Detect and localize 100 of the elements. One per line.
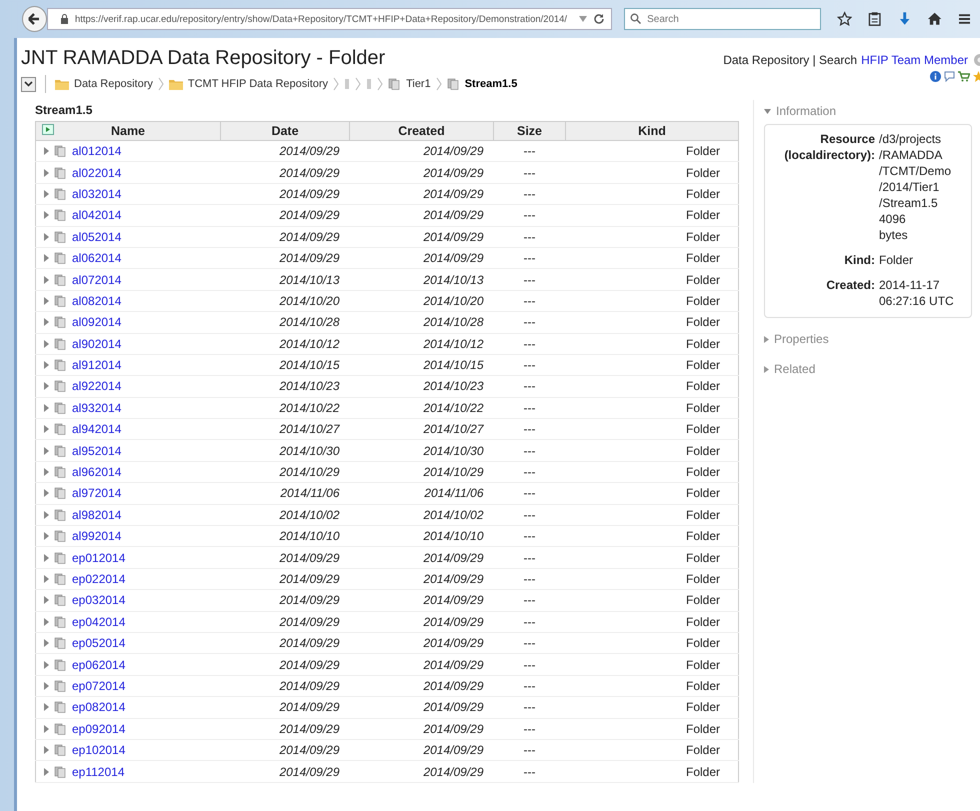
entry-link[interactable]: al992014 (72, 529, 122, 544)
column-header[interactable]: Size (494, 122, 566, 140)
entry-link[interactable]: al012014 (72, 144, 122, 158)
entry-link[interactable]: al912014 (72, 358, 122, 372)
entry-link[interactable]: al922014 (72, 379, 122, 394)
section-toggle[interactable]: Properties (764, 328, 972, 350)
menu-icon[interactable] (958, 13, 970, 25)
address-bar[interactable]: https://verif.rap.ucar.edu/repository/entry/show/Data+Repository/TCMT+HFIP+Data+Repository/Demonstration/2014/ (46, 8, 612, 30)
size-cell: --- (524, 658, 536, 672)
entry-link[interactable]: al932014 (72, 400, 122, 415)
breadcrumb-link[interactable]: Stream1.5 (464, 78, 518, 90)
entry-link[interactable]: al082014 (72, 294, 122, 308)
select-icon[interactable] (42, 124, 54, 135)
entry-link[interactable]: al022014 (72, 166, 122, 180)
entry-link[interactable]: al952014 (72, 444, 122, 458)
column-header[interactable]: Name (36, 122, 220, 140)
date-cell: 2014/10/23 (279, 379, 340, 394)
expand-icon[interactable] (44, 660, 49, 669)
entry-link[interactable]: al052014 (72, 230, 122, 244)
entry-link[interactable]: al902014 (72, 336, 122, 351)
expand-icon[interactable] (44, 703, 49, 712)
section-toggle[interactable]: Information (764, 100, 972, 122)
home-icon[interactable] (927, 11, 943, 27)
search-field[interactable]: Search (624, 8, 822, 30)
date-cell: 2014/09/29 (279, 700, 340, 714)
expand-icon[interactable] (44, 618, 49, 626)
expand-icon[interactable] (44, 468, 49, 476)
size-cell: --- (524, 315, 536, 330)
entry-link[interactable]: ep022014 (72, 572, 126, 586)
entry-link[interactable]: al072014 (72, 272, 122, 287)
expand-icon[interactable] (44, 147, 49, 156)
expand-icon[interactable] (44, 361, 49, 370)
column-header[interactable]: Date (220, 122, 350, 140)
expand-icon[interactable] (44, 575, 49, 583)
expand-icon[interactable] (44, 404, 49, 412)
url-text: https://verif.rap.ucar.edu/repository/entry/show/Data+Repository/TCMT+HFIP+Data+Repository/Demonstration/2014/ (74, 14, 568, 24)
cart-icon[interactable] (958, 71, 970, 82)
expand-icon[interactable] (44, 168, 49, 177)
entry-link[interactable]: ep072014 (72, 678, 126, 693)
entry-link[interactable]: al062014 (72, 251, 122, 266)
entry-link[interactable]: al092014 (72, 315, 122, 330)
menu-toggle-button[interactable] (21, 76, 36, 92)
entry-link[interactable]: ep052014 (72, 636, 126, 650)
entry-link[interactable]: ep042014 (72, 614, 126, 629)
star-icon[interactable] (973, 71, 980, 82)
expand-icon[interactable] (44, 190, 49, 198)
column-header[interactable]: Kind (566, 122, 738, 140)
entry-link[interactable]: ep012014 (72, 550, 126, 565)
expand-icon[interactable] (44, 446, 49, 455)
expand-icon[interactable] (44, 296, 49, 305)
expand-icon[interactable] (44, 276, 49, 284)
expand-icon[interactable] (44, 318, 49, 326)
entry-link[interactable]: al942014 (72, 422, 122, 436)
download-icon[interactable] (898, 11, 912, 27)
expand-icon[interactable] (44, 211, 49, 220)
breadcrumb-link[interactable]: Tier1 (406, 78, 431, 90)
comment-icon[interactable] (944, 71, 955, 82)
files-icon (54, 552, 67, 564)
size-cell: --- (524, 508, 536, 522)
entry-link[interactable]: al972014 (72, 486, 122, 500)
info-icon[interactable] (930, 71, 941, 82)
expand-icon[interactable] (44, 596, 49, 604)
entry-link[interactable]: al962014 (72, 465, 122, 480)
expand-icon[interactable] (44, 746, 49, 754)
expand-icon[interactable] (44, 382, 49, 390)
expand-icon[interactable] (44, 554, 49, 562)
expand-icon[interactable] (44, 510, 49, 519)
back-button[interactable] (22, 6, 47, 32)
expand-icon[interactable] (44, 489, 49, 498)
entry-link[interactable]: ep102014 (72, 743, 126, 758)
expand-icon[interactable] (44, 724, 49, 733)
entry-link[interactable]: ep112014 (72, 764, 124, 779)
breadcrumb-link[interactable]: Data Repository (74, 78, 153, 90)
breadcrumb-link[interactable]: TCMT HFIP Data Repository (188, 78, 328, 90)
size-cell: --- (524, 572, 536, 586)
entry-link[interactable]: al032014 (72, 186, 122, 201)
entry-link[interactable]: al982014 (72, 508, 122, 522)
entry-link[interactable]: ep032014 (72, 593, 126, 608)
size-cell: --- (524, 550, 536, 565)
column-header[interactable]: Created (350, 122, 494, 140)
entry-link[interactable]: ep062014 (72, 658, 126, 672)
expand-icon[interactable] (44, 639, 49, 648)
expand-icon[interactable] (44, 232, 49, 241)
clipboard-icon[interactable] (868, 11, 882, 27)
header-links[interactable]: Data Repository | Search (723, 53, 858, 67)
date-cell: 2014/09/29 (279, 593, 340, 608)
user-link[interactable]: HFIP Team Member (861, 53, 968, 67)
expand-icon[interactable] (44, 340, 49, 348)
expand-icon[interactable] (44, 682, 49, 690)
files-icon (54, 252, 67, 264)
expand-icon[interactable] (44, 532, 49, 540)
expand-icon[interactable] (44, 425, 49, 434)
entry-link[interactable]: ep092014 (72, 722, 126, 736)
size-cell: --- (524, 272, 536, 287)
expand-icon[interactable] (44, 768, 49, 776)
entry-link[interactable]: al042014 (72, 208, 122, 222)
star-icon[interactable] (837, 11, 852, 27)
entry-link[interactable]: ep082014 (72, 700, 126, 714)
section-toggle[interactable]: Related (764, 358, 972, 380)
expand-icon[interactable] (44, 254, 49, 262)
